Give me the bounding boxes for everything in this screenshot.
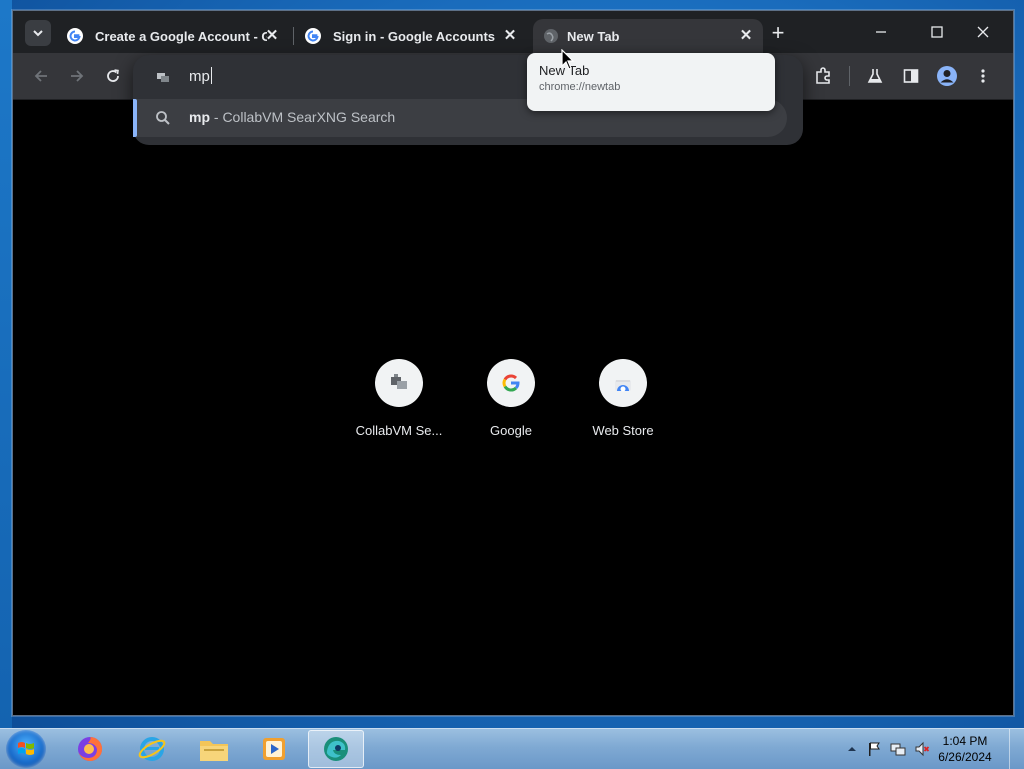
reload-icon — [107, 69, 119, 82]
minimize-icon — [876, 31, 886, 33]
browser-window: Create a Google Account - Goo ✕ Sign in … — [12, 10, 1014, 716]
tab-title: New Tab — [567, 28, 620, 44]
web-store-icon — [615, 380, 631, 392]
taskbar-firefox[interactable] — [62, 730, 118, 768]
edge-icon — [324, 737, 348, 761]
google-g-icon — [67, 28, 83, 44]
clock[interactable]: 1:04 PM 6/26/2024 — [930, 733, 1000, 765]
shortcut-label: Web Store — [592, 423, 654, 438]
internet-explorer-icon — [138, 737, 166, 761]
shortcut-icon-circle — [375, 359, 423, 407]
close-icon[interactable]: ✕ — [737, 27, 755, 45]
collabvm-icon — [391, 374, 407, 389]
close-icon[interactable]: ✕ — [501, 27, 519, 45]
suggestion-text: mp - CollabVM SearXNG Search — [189, 109, 396, 125]
system-tray: 1:04 PM 6/26/2024 — [840, 729, 1024, 769]
maximize-icon — [931, 26, 943, 38]
menu-button[interactable] — [971, 64, 995, 88]
tab-create-account[interactable]: Create a Google Account - Goo ✕ — [53, 19, 289, 53]
shortcut-icon-circle — [599, 359, 647, 407]
action-center-flag-icon[interactable] — [866, 741, 882, 757]
avatar-icon — [937, 66, 957, 86]
text-caret — [210, 67, 212, 84]
mouse-cursor-icon — [561, 49, 575, 70]
close-icon[interactable]: ✕ — [263, 27, 281, 45]
show-desktop-button[interactable] — [1009, 729, 1024, 769]
taskbar-edge[interactable] — [308, 730, 364, 768]
toolbar-divider — [849, 66, 850, 86]
forward-button[interactable] — [65, 64, 89, 88]
show-hidden-icons-icon[interactable] — [844, 741, 860, 757]
puzzle-icon — [816, 67, 830, 84]
back-arrow-icon — [34, 70, 47, 82]
selection-indicator — [133, 99, 137, 137]
start-button[interactable] — [6, 730, 46, 768]
close-icon — [977, 26, 989, 38]
tab-strip: Create a Google Account - Goo ✕ Sign in … — [13, 11, 1013, 53]
back-button[interactable] — [29, 64, 53, 88]
google-g-icon — [305, 28, 321, 44]
firefox-icon — [78, 736, 103, 761]
reload-button[interactable] — [101, 64, 125, 88]
taskbar-media-player[interactable] — [246, 730, 302, 768]
shortcut-label: Google — [490, 423, 532, 438]
labs-button[interactable] — [863, 64, 887, 88]
forward-arrow-icon — [71, 70, 84, 82]
tab-search-button[interactable] — [25, 20, 51, 46]
hover-card-url: chrome://newtab — [539, 81, 621, 93]
collabvm-icon — [157, 73, 169, 82]
tab-sign-in[interactable]: Sign in - Google Accounts ✕ — [291, 19, 527, 53]
desktop-background — [0, 0, 12, 728]
media-player-icon — [263, 738, 285, 760]
shortcut-google[interactable]: Google — [455, 359, 567, 438]
side-panel-button[interactable] — [899, 64, 923, 88]
google-g-icon — [502, 374, 520, 392]
profile-button[interactable] — [935, 64, 959, 88]
network-icon[interactable] — [890, 741, 906, 757]
tab-new-tab[interactable]: New Tab ✕ — [533, 19, 763, 53]
side-panel-icon — [903, 69, 919, 83]
clock-time: 1:04 PM — [942, 734, 988, 748]
omnibox-input[interactable]: mp — [189, 67, 212, 85]
volume-muted-icon[interactable] — [914, 741, 930, 757]
maximize-button[interactable] — [919, 19, 955, 45]
file-explorer-icon — [200, 741, 228, 761]
minimize-button[interactable] — [863, 19, 899, 45]
taskbar: 1:04 PM 6/26/2024 — [0, 728, 1024, 769]
taskbar-internet-explorer[interactable] — [124, 730, 180, 768]
chevron-down-icon — [33, 30, 43, 37]
search-icon — [156, 111, 170, 125]
clock-date: 6/26/2024 — [938, 750, 992, 764]
globe-icon — [544, 29, 558, 43]
windows-logo-icon — [18, 742, 34, 755]
tab-title: Sign in - Google Accounts — [333, 28, 496, 44]
shortcut-icon-circle — [487, 359, 535, 407]
shortcut-web-store[interactable]: Web Store — [567, 359, 679, 438]
ntp-shortcuts: CollabVM Se... Google Web Store — [343, 359, 683, 449]
taskbar-file-explorer[interactable] — [186, 730, 242, 768]
extensions-button[interactable] — [811, 64, 835, 88]
new-tab-button[interactable]: + — [767, 22, 789, 45]
flask-icon — [867, 69, 883, 83]
shortcut-label: CollabVM Se... — [355, 423, 443, 438]
shortcut-collabvm[interactable]: CollabVM Se... — [343, 359, 455, 438]
tab-title: Create a Google Account - Goo — [95, 28, 267, 44]
close-window-button[interactable] — [965, 19, 1001, 45]
more-vertical-icon — [981, 69, 985, 83]
